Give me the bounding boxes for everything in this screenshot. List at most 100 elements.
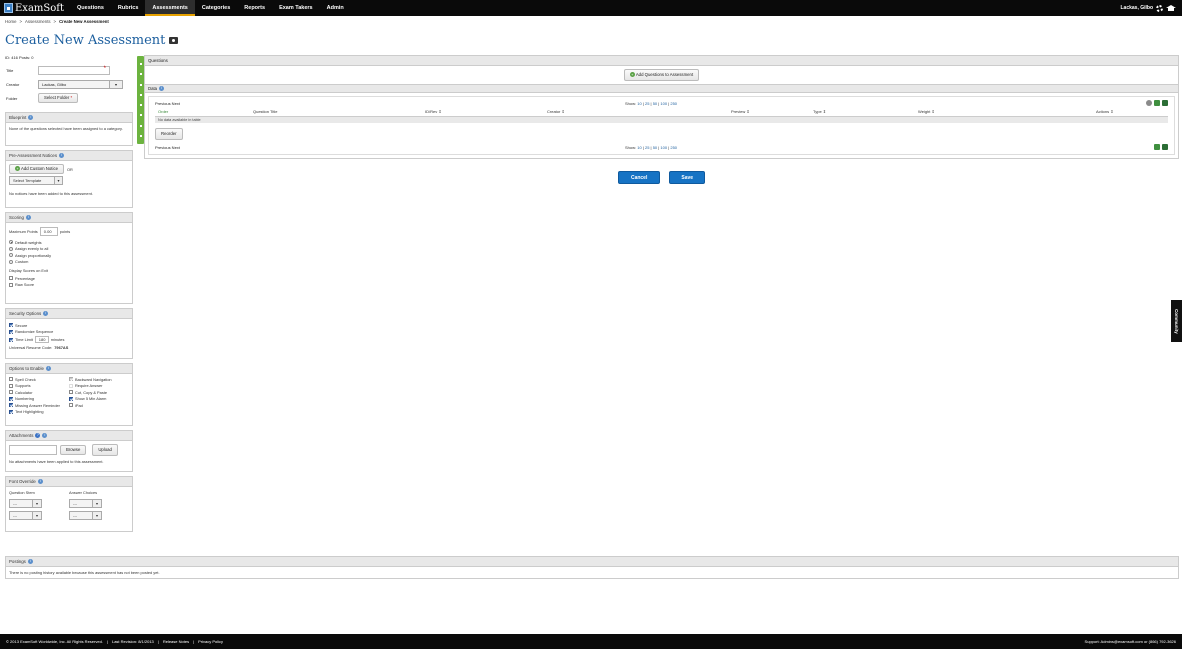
creator-select[interactable]: Lackas, Gilbo ▾ <box>38 79 123 89</box>
privacy-policy-link[interactable]: Privacy Policy <box>198 639 223 644</box>
info-icon[interactable]: i <box>27 559 33 564</box>
col-label: Creator <box>547 109 561 115</box>
question-stem-font-select[interactable]: --- ▾ <box>9 499 42 508</box>
breadcrumb-current: Create New Assessment <box>59 19 109 24</box>
attachments-body: Browse Upload No attachments have been a… <box>6 441 132 467</box>
footer-sep: | <box>193 639 195 644</box>
checkbox-raw-score[interactable]: Raw Score <box>9 282 129 289</box>
examsoft-logo[interactable]: ExamSoft <box>4 1 64 15</box>
template-value: Select Template <box>13 178 42 183</box>
nav-categories[interactable]: Categories <box>195 0 237 16</box>
breadcrumb-assessments[interactable]: Assessments <box>25 19 51 24</box>
nav-admin[interactable]: Admin <box>320 0 351 16</box>
sort-icon: ⇕ <box>1110 109 1114 115</box>
camera-icon[interactable] <box>169 37 179 44</box>
max-points-input[interactable]: 0.00 <box>39 226 58 236</box>
help-icon[interactable]: ? <box>35 433 41 438</box>
show-10[interactable]: 10 <box>637 101 641 106</box>
attachment-file-input[interactable] <box>9 445 57 455</box>
checkbox-checked-icon <box>9 403 13 408</box>
prev-next-links[interactable]: Previous Next <box>155 101 625 106</box>
excel-icon[interactable] <box>1162 144 1168 150</box>
col-creator[interactable]: Creator ⇕ <box>544 108 728 117</box>
side-drawer-tab[interactable] <box>137 56 144 144</box>
attachments-empty: No attachments have been applied to this… <box>9 459 104 464</box>
show-50[interactable]: 50 <box>653 145 657 150</box>
col-type[interactable]: Type ⇕ <box>810 108 915 117</box>
checkbox-checked-icon <box>9 396 13 401</box>
select-folder-button[interactable]: Select Folder * <box>38 93 79 103</box>
template-select[interactable]: Select Template ▾ <box>9 176 63 185</box>
font-override-header: Font Override i <box>6 477 132 487</box>
sort-icon: ⇕ <box>746 109 750 115</box>
upload-button[interactable]: Upload <box>92 444 118 456</box>
settings-icon[interactable] <box>1146 100 1152 106</box>
show-50[interactable]: 50 <box>653 101 657 106</box>
answer-choices-font-select[interactable]: --- ▾ <box>69 499 102 508</box>
last-revision: Last Revision: 8/1/2013 <box>111 639 154 644</box>
nav-reports[interactable]: Reports <box>237 0 272 16</box>
breadcrumb-sep: > <box>19 19 22 24</box>
checkbox-label: Calculator <box>15 389 33 395</box>
show-25[interactable]: 25 <box>645 145 649 150</box>
nav-exam-takers[interactable]: Exam Takers <box>272 0 320 16</box>
show-10[interactable]: 10 <box>637 145 641 150</box>
show-100[interactable]: 100 <box>660 145 667 150</box>
breadcrumb-home[interactable]: Home <box>5 19 16 24</box>
info-icon[interactable]: i <box>42 433 48 438</box>
col-preview[interactable]: Preview ⇕ <box>728 108 810 117</box>
add-custom-notice-label: Add Custom Notice <box>20 166 58 171</box>
blueprint-panel: Blueprint i None of the questions selecte… <box>5 112 133 146</box>
col-question-title[interactable]: Question Title <box>250 108 422 117</box>
cancel-button[interactable]: Cancel <box>617 171 661 184</box>
export-icon[interactable] <box>1154 144 1160 150</box>
release-notes-link[interactable]: Release Notes <box>163 639 189 644</box>
col-order[interactable]: Order <box>155 108 250 117</box>
graduation-cap-icon[interactable] <box>1166 5 1176 11</box>
show-options: Show: 10 | 25 | 50 | 100 | 250 <box>625 145 678 150</box>
radio-custom[interactable]: Custom <box>9 259 129 266</box>
blueprint-title: Blueprint <box>9 114 27 120</box>
checkbox-label: Secure <box>15 322 28 328</box>
info-icon[interactable]: i <box>28 115 34 120</box>
question-stem-size-select[interactable]: --- ▾ <box>9 511 42 520</box>
checkbox-text-highlighting[interactable]: Text Highlighting <box>9 409 69 416</box>
community-tab[interactable]: Community <box>1171 300 1182 342</box>
excel-icon[interactable] <box>1162 100 1168 106</box>
support-info[interactable]: Support: Admins@examsoft.com or (866) 79… <box>1085 639 1176 644</box>
info-icon[interactable]: i <box>45 366 51 371</box>
checkbox-time-limit[interactable]: Time Limit 180 minutes <box>9 335 129 344</box>
info-icon[interactable]: i <box>25 215 31 220</box>
show-100[interactable]: 100 <box>660 101 667 106</box>
nav-questions[interactable]: Questions <box>70 0 111 16</box>
user-name[interactable]: Lackas, Gilbo <box>1120 5 1153 11</box>
required-icon: * <box>70 95 73 100</box>
checkbox-label: Missing Answer Reminder <box>15 402 60 408</box>
checkbox-checked-icon <box>9 409 13 414</box>
reorder-button[interactable]: Reorder <box>155 128 183 140</box>
show-250[interactable]: 250 <box>670 101 677 106</box>
info-icon[interactable]: i <box>37 479 43 484</box>
browse-button[interactable]: Browse <box>60 445 87 455</box>
prev-next-links[interactable]: Previous Next <box>155 145 625 150</box>
info-icon[interactable]: i <box>159 86 165 91</box>
show-25[interactable]: 25 <box>645 101 649 106</box>
info-icon[interactable]: i <box>43 311 49 316</box>
nav-assessments[interactable]: Assessments <box>145 0 195 16</box>
col-weight[interactable]: Weight ⇕ <box>915 108 1093 117</box>
time-limit-input[interactable]: 180 <box>34 336 49 343</box>
add-custom-notice-button[interactable]: + Add Custom Notice <box>9 164 64 174</box>
show-250[interactable]: 250 <box>670 145 677 150</box>
checkbox-ipad[interactable]: iPad <box>69 402 129 409</box>
save-button[interactable]: Save <box>669 171 706 184</box>
col-id-rev[interactable]: ID/Rev ⇕ <box>422 108 544 117</box>
font-override-body: Question Stem --- ▾ --- ▾ Answer Choices -… <box>6 487 132 523</box>
nav-rubrics[interactable]: Rubrics <box>111 0 145 16</box>
title-input[interactable]: * <box>38 65 110 75</box>
export-icon[interactable] <box>1154 100 1160 106</box>
add-questions-button[interactable]: + Add Questions to Assessment <box>623 69 700 81</box>
answer-choices-size-select[interactable]: --- ▾ <box>69 511 102 520</box>
info-icon[interactable]: i <box>59 153 65 158</box>
gear-icon[interactable] <box>1156 4 1163 12</box>
col-actions[interactable]: Actions ⇕ <box>1093 108 1168 117</box>
